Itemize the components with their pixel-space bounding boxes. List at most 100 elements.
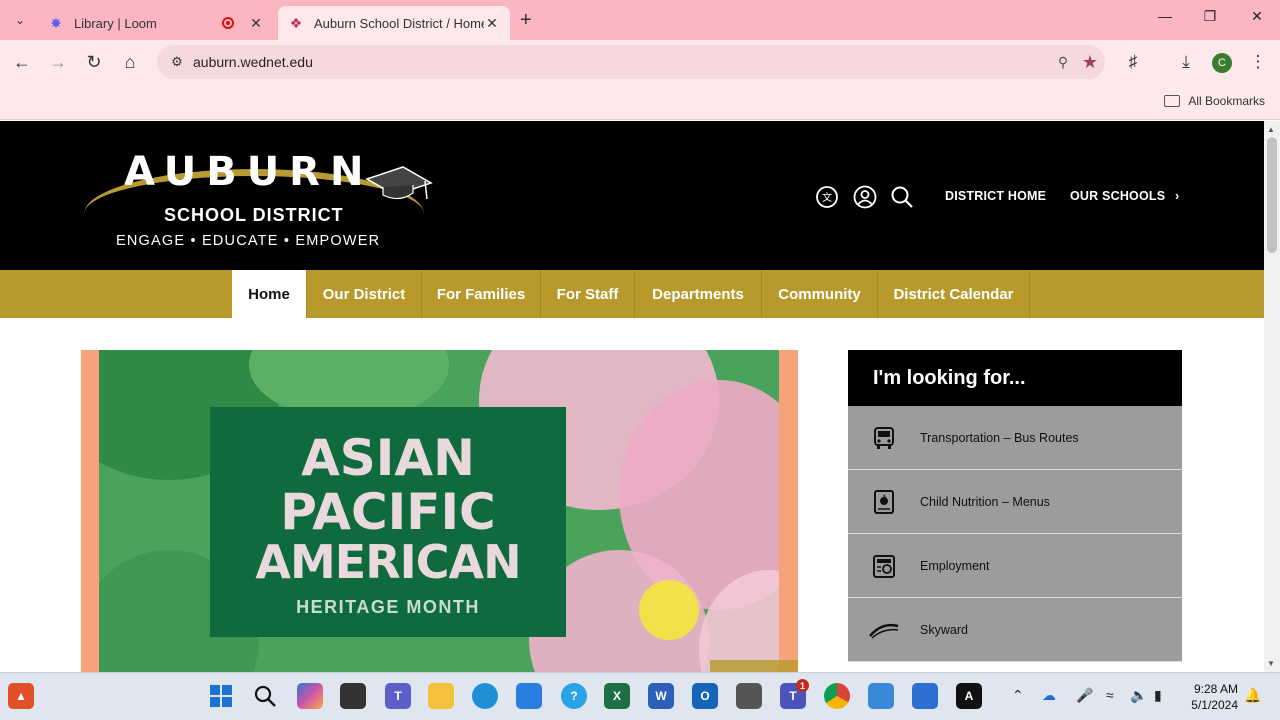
wifi-icon[interactable]: ≈ bbox=[1106, 687, 1114, 703]
close-icon[interactable]: ✕ bbox=[248, 15, 264, 32]
snipping-tool-icon[interactable] bbox=[868, 683, 894, 709]
nav-community[interactable]: Community bbox=[762, 270, 878, 318]
user-icon[interactable] bbox=[853, 185, 877, 209]
quick-link-nutrition[interactable]: Child Nutrition – Menus bbox=[848, 470, 1182, 534]
nav-for-families[interactable]: For Families bbox=[422, 270, 541, 318]
arrow-left-icon: ← bbox=[13, 52, 31, 72]
chevron-down-icon: ⌄ bbox=[14, 13, 26, 27]
onedrive-icon[interactable]: ☁ bbox=[1042, 687, 1056, 704]
url-text[interactable]: auburn.wednet.edu bbox=[193, 54, 1051, 70]
bookmark-star-icon[interactable]: ★ bbox=[1075, 52, 1105, 73]
teams-chat-icon[interactable]: T bbox=[385, 683, 411, 709]
notification-badge: 1 bbox=[796, 679, 809, 692]
close-window-button[interactable]: ✕ bbox=[1245, 8, 1269, 25]
teams-icon[interactable]: T1 bbox=[780, 679, 809, 709]
quick-link-transportation[interactable]: Transportation – Bus Routes bbox=[848, 406, 1182, 470]
our-schools-link[interactable]: OUR SCHOOLS › bbox=[1070, 189, 1179, 203]
profile-avatar[interactable]: C bbox=[1212, 53, 1232, 73]
calculator-icon[interactable] bbox=[736, 683, 762, 709]
search-icon[interactable] bbox=[252, 683, 278, 709]
loom-icon: ✸ bbox=[50, 14, 62, 31]
store-icon[interactable] bbox=[516, 683, 542, 709]
arrow-right-icon: → bbox=[49, 52, 67, 72]
site-header: AUBURN SCHOOL DISTRICT ENGAGE • EDUCATE … bbox=[0, 121, 1264, 270]
clock-date: 5/1/2024 bbox=[1191, 698, 1238, 712]
minimize-button[interactable]: — bbox=[1153, 8, 1177, 24]
search-icon[interactable] bbox=[890, 185, 914, 209]
extensions-icon[interactable]: ♯ bbox=[1121, 52, 1145, 72]
quick-link-skyward[interactable]: Skyward bbox=[848, 598, 1182, 662]
address-bar[interactable]: ⚙ auburn.wednet.edu ⚲ ★ bbox=[157, 45, 1105, 79]
nav-home[interactable]: Home bbox=[232, 270, 307, 318]
browser-toolbar: ← → ↻ ⌂ ⚙ auburn.wednet.edu ⚲ ★ ♯ ⤓ C ⋮ bbox=[0, 40, 1280, 86]
nav-for-staff[interactable]: For Staff bbox=[541, 270, 635, 318]
plus-icon: + bbox=[520, 9, 532, 31]
quick-link-employment[interactable]: Employment bbox=[848, 534, 1182, 598]
hero-image: ASIAN PACIFIC AMERICAN HERITAGE MONTH bbox=[99, 350, 779, 672]
file-explorer-icon[interactable] bbox=[428, 683, 454, 709]
tab-strip: ⌄ ✸ Library | Loom ✕ ❖ Auburn School Dis… bbox=[0, 0, 1280, 40]
widgets-icon[interactable]: ▲ bbox=[8, 683, 34, 709]
excel-icon[interactable]: X bbox=[604, 683, 630, 709]
slideshow-controls[interactable] bbox=[710, 660, 798, 672]
help-icon[interactable]: ? bbox=[561, 683, 587, 709]
zoom-icon[interactable]: ⚲ bbox=[1051, 54, 1075, 71]
our-schools-label: OUR SCHOOLS bbox=[1070, 189, 1166, 203]
apple-tray-icon bbox=[848, 489, 920, 515]
logo-subtitle: SCHOOL DISTRICT bbox=[164, 205, 344, 225]
district-home-link[interactable]: DISTRICT HOME bbox=[945, 189, 1046, 203]
windows-start-icon[interactable] bbox=[208, 683, 234, 709]
page-scrollbar[interactable]: ▲ ▼ bbox=[1264, 121, 1280, 672]
menu-icon[interactable]: ⋮ bbox=[1246, 52, 1270, 72]
all-bookmarks-label: All Bookmarks bbox=[1188, 94, 1265, 108]
tab-search-button[interactable]: ⌄ bbox=[8, 8, 32, 32]
microphone-icon[interactable]: 🎤 bbox=[1076, 687, 1093, 704]
edge-icon[interactable] bbox=[472, 683, 498, 709]
volume-icon[interactable]: 🔈 bbox=[1130, 687, 1147, 704]
graduation-cap-icon bbox=[365, 166, 433, 200]
download-icon[interactable]: ⤓ bbox=[1174, 52, 1198, 72]
tab-loom[interactable]: ✸ Library | Loom ✕ bbox=[38, 6, 274, 40]
tab-auburn[interactable]: ❖ Auburn School District / Homep ✕ bbox=[278, 6, 510, 40]
restore-button[interactable]: ❐ bbox=[1198, 8, 1222, 25]
photos-icon[interactable] bbox=[912, 683, 938, 709]
task-view-icon[interactable] bbox=[340, 683, 366, 709]
hero-slideshow[interactable]: ASIAN PACIFIC AMERICAN HERITAGE MONTH bbox=[81, 350, 798, 672]
close-icon[interactable]: ✕ bbox=[484, 15, 500, 32]
back-button[interactable]: ← bbox=[10, 52, 34, 73]
nav-district-calendar[interactable]: District Calendar bbox=[878, 270, 1030, 318]
nav-our-district[interactable]: Our District bbox=[307, 270, 422, 318]
show-hidden-icons[interactable]: ⌃ bbox=[1012, 687, 1024, 704]
copilot-icon[interactable] bbox=[297, 683, 323, 709]
scroll-up-icon[interactable]: ▲ bbox=[1267, 125, 1275, 134]
district-icon: ❖ bbox=[289, 14, 303, 31]
quick-link-label: Employment bbox=[920, 558, 990, 573]
district-logo[interactable]: AUBURN SCHOOL DISTRICT ENGAGE • EDUCATE … bbox=[80, 139, 440, 251]
windows-taskbar: ▲ T ? X W O T1 A ⌃ ☁ 🎤 ≈ 🔈 ▮ 9:28 AM 5/1… bbox=[0, 672, 1280, 720]
reload-button[interactable]: ↻ bbox=[82, 52, 106, 73]
site-info-icon[interactable]: ⚙ bbox=[167, 54, 187, 70]
forward-button[interactable]: → bbox=[46, 52, 70, 73]
chrome-icon[interactable] bbox=[824, 683, 850, 709]
outlook-icon[interactable]: O bbox=[692, 683, 718, 709]
acrobat-icon[interactable]: A bbox=[956, 683, 982, 709]
scroll-down-icon[interactable]: ▼ bbox=[1267, 659, 1275, 668]
hero-line-3: AMERICAN bbox=[255, 535, 521, 589]
chevron-right-icon: › bbox=[1174, 189, 1180, 203]
system-clock[interactable]: 9:28 AM 5/1/2024 bbox=[1186, 681, 1238, 713]
bookmarks-bar: All Bookmarks bbox=[0, 86, 1280, 120]
word-icon[interactable]: W bbox=[648, 683, 674, 709]
logo-tagline: ENGAGE • EDUCATE • EMPOWER bbox=[116, 233, 381, 249]
quick-link-label: Transportation – Bus Routes bbox=[920, 430, 1079, 445]
home-button[interactable]: ⌂ bbox=[118, 52, 142, 73]
notification-bell-icon[interactable]: 🔔 bbox=[1244, 687, 1261, 704]
battery-icon[interactable]: ▮ bbox=[1154, 687, 1162, 704]
all-bookmarks-button[interactable]: All Bookmarks bbox=[1164, 94, 1265, 108]
tab-title: Library | Loom bbox=[74, 15, 157, 31]
nav-departments[interactable]: Departments bbox=[635, 270, 762, 318]
clock-time: 9:28 AM bbox=[1193, 682, 1238, 696]
translate-icon[interactable]: 文 bbox=[815, 185, 839, 209]
recording-icon bbox=[222, 17, 234, 29]
new-tab-button[interactable]: + bbox=[520, 9, 532, 32]
scrollbar-thumb[interactable] bbox=[1267, 137, 1277, 253]
